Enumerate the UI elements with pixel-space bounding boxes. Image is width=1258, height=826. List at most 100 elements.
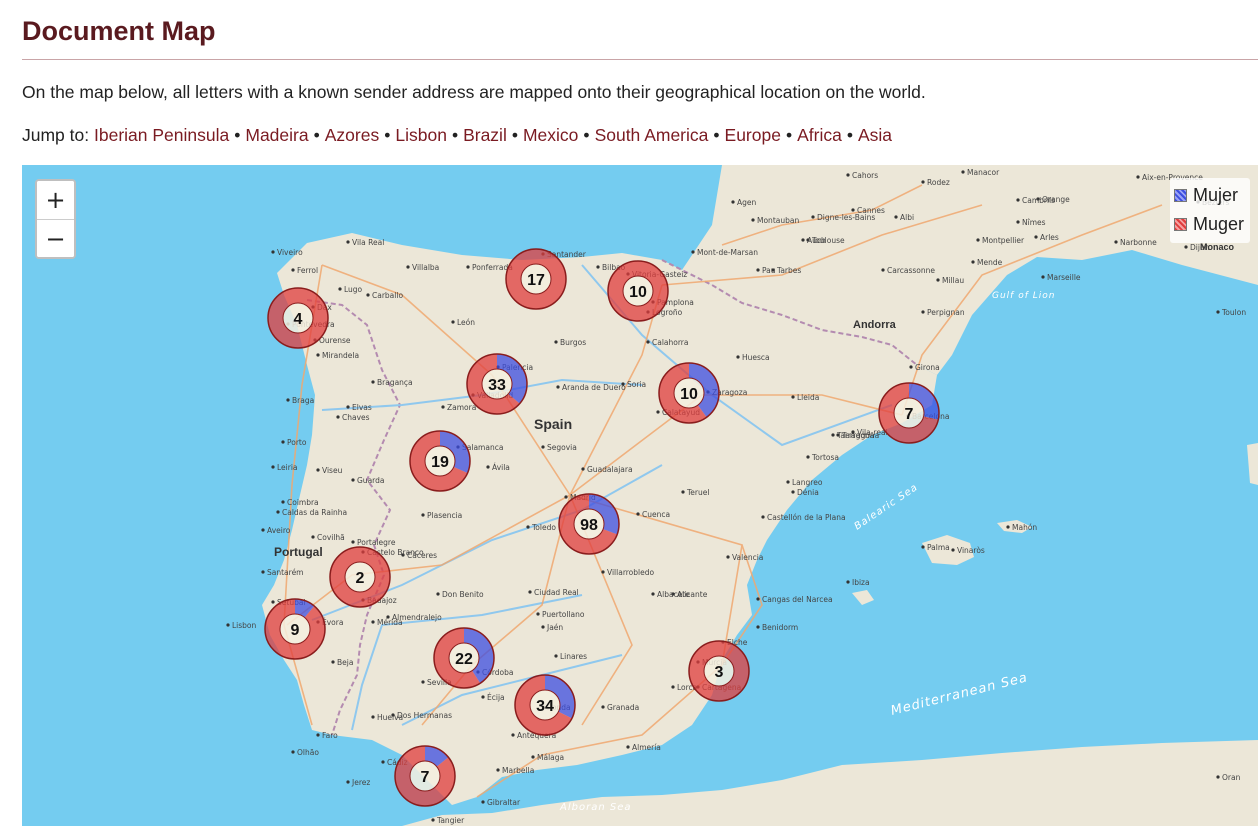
place-dot [271,250,275,254]
place-dot [528,590,532,594]
separator: • [713,125,720,145]
place-label: Dénia [797,488,819,497]
sea-label-alboran: Alboran Sea [559,802,631,813]
jump-link-asia[interactable]: Asia [858,125,892,145]
jump-link-madeira[interactable]: Madeira [245,125,308,145]
place-dot [1184,245,1188,249]
place-dot [421,513,425,517]
place-label: Almendralejo [392,613,442,622]
place-dot [316,468,320,472]
sea-label-balearic: Balearic Sea [853,482,921,533]
place-dot [671,685,675,689]
zoom-out-button[interactable]: − [37,219,74,257]
place-label: Carballo [372,291,403,300]
document-cluster-marker[interactable]: 22 [433,627,495,689]
cluster-count-label: 7 [421,769,430,786]
place-dot [976,238,980,242]
place-label: Marbella [502,766,534,775]
document-cluster-marker[interactable]: 19 [409,430,471,492]
map-legend: Mujer Muger [1169,178,1250,243]
place-dot [371,715,375,719]
document-cluster-marker[interactable]: 34 [514,674,576,736]
place-dot [431,818,435,822]
place-dot [646,340,650,344]
cluster-count-label: 10 [680,386,698,403]
document-cluster-marker[interactable]: 17 [505,248,567,310]
document-cluster-marker[interactable]: 4 [267,287,329,349]
place-label: Braga [292,396,314,405]
country-label-spain: Spain [534,416,572,432]
place-label: Manacor [967,168,1000,177]
jump-link-iberian-peninsula[interactable]: Iberian Peninsula [94,125,229,145]
place-label: Ferrol [297,266,318,275]
place-dot [656,410,660,414]
separator: • [846,125,853,145]
place-dot [511,733,515,737]
jump-link-mexico[interactable]: Mexico [523,125,578,145]
jump-link-south-america[interactable]: South America [595,125,709,145]
island-ibiza [852,590,874,605]
place-label: Lleida [797,393,819,402]
place-label: Chaves [342,413,370,422]
legend-swatch-red-icon [1173,218,1187,231]
jump-link-europe[interactable]: Europe [725,125,781,145]
place-dot [541,445,545,449]
place-dot [951,548,955,552]
place-label: Marseille [1047,273,1081,282]
document-cluster-marker[interactable]: 10 [607,260,669,322]
document-cluster-marker[interactable]: 7 [878,382,940,444]
place-dot [909,365,913,369]
document-cluster-marker[interactable]: 2 [329,546,391,608]
place-label: Langreo [792,478,823,487]
place-dot [651,592,655,596]
document-cluster-marker[interactable]: 33 [466,353,528,415]
place-dot [451,320,455,324]
legend-item-muger[interactable]: Muger [1173,210,1244,239]
jump-link-africa[interactable]: Africa [797,125,842,145]
document-cluster-marker[interactable]: 9 [264,598,326,660]
zoom-in-button[interactable]: + [37,181,74,219]
place-label: Beja [337,658,353,667]
document-map[interactable]: Spain Portugal Andorra Monaco Mediterran… [22,165,1258,826]
place-dot [681,490,685,494]
place-label: Ibiza [852,578,870,587]
place-dot [626,745,630,749]
jump-link-lisbon[interactable]: Lisbon [395,125,447,145]
jump-link-azores[interactable]: Azores [325,125,379,145]
place-label: Montpellier [982,236,1025,245]
place-dot [1114,240,1118,244]
document-cluster-marker[interactable]: 98 [558,493,620,555]
document-cluster-marker[interactable]: 7 [394,745,456,807]
place-label: Viveiro [277,248,303,257]
legend-label: Muger [1192,214,1244,234]
place-dot [961,170,965,174]
jump-to-bar: Jump to: Iberian Peninsula • Madeira • Azore… [22,125,892,146]
place-label: Aveiro [267,526,291,535]
document-cluster-marker[interactable]: 3 [688,640,750,702]
place-label: Perpignan [927,308,965,317]
place-label: Zamora [447,403,476,412]
place-label: Cahors [852,171,878,180]
page-title: Document Map [22,16,216,46]
place-dot [291,750,295,754]
place-dot [1041,275,1045,279]
place-label: Dijon [1190,243,1210,252]
separator: • [583,125,590,145]
place-label: Faro [322,731,338,740]
cluster-count-label: 10 [629,284,647,301]
place-dot [601,570,605,574]
document-cluster-marker[interactable]: 10 [658,362,720,424]
place-label: Tarbes [776,266,801,275]
legend-item-mujer[interactable]: Mujer [1173,181,1244,210]
place-label: Oran [1222,773,1241,782]
place-dot [346,240,350,244]
separator: • [451,125,459,145]
place-dot [421,680,425,684]
place-label: Villalba [412,263,439,272]
cluster-count-label: 19 [431,454,449,471]
jump-link-brazil[interactable]: Brazil [463,125,507,145]
place-label: Tangier [436,816,465,825]
country-label-portugal: Portugal [274,545,323,559]
place-dot [836,433,840,437]
map-base-layer[interactable]: Spain Portugal Andorra Monaco Mediterran… [22,165,1258,826]
